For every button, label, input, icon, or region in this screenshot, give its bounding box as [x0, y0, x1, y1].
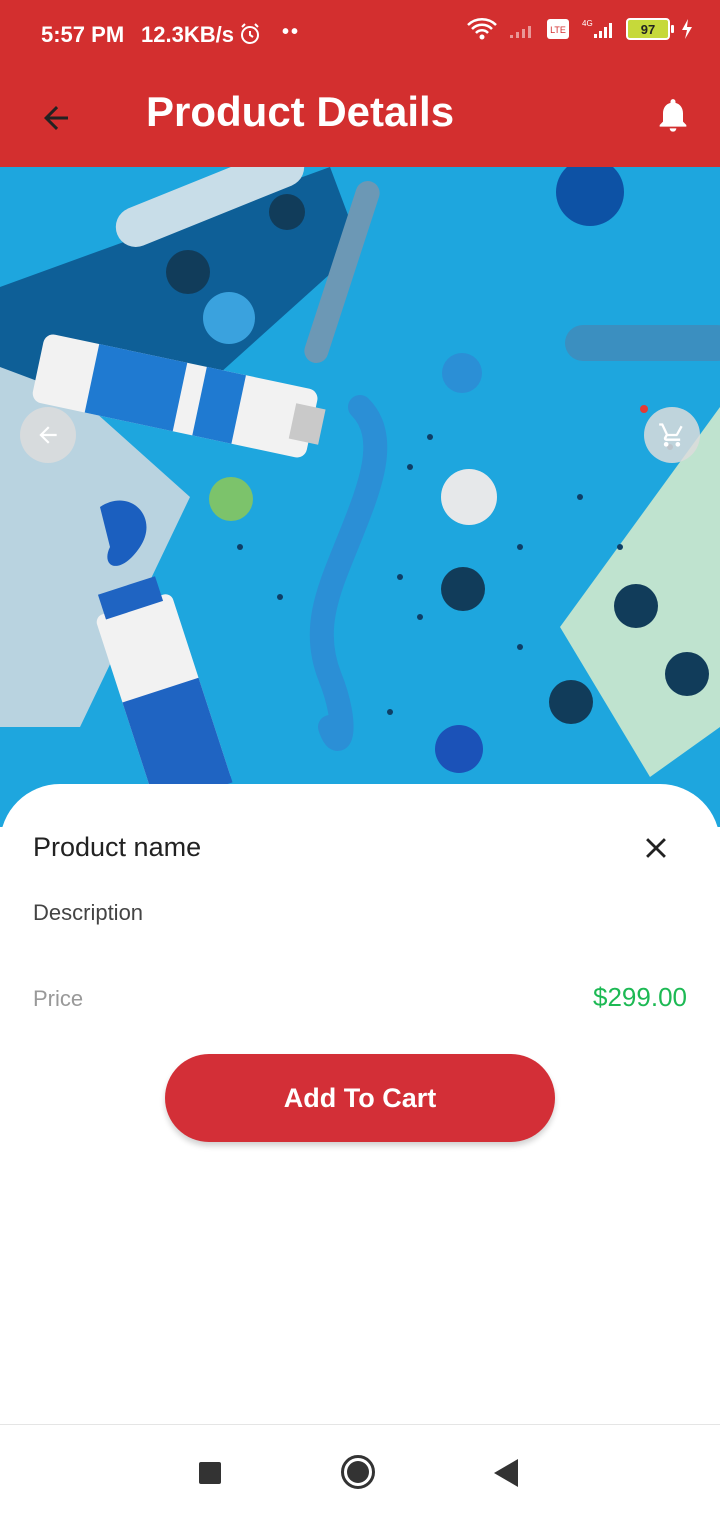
- product-image: [0, 167, 720, 827]
- product-name: Product name: [33, 832, 202, 862]
- product-description: Description: [33, 900, 144, 925]
- arrow-left-icon: [44, 106, 68, 130]
- price-value: $299.00: [593, 982, 687, 1012]
- svg-text:4G: 4G: [582, 19, 593, 28]
- status-time: 5:57 PM: [41, 22, 125, 47]
- recent-apps-button[interactable]: [199, 1462, 221, 1484]
- signal-4g-icon: 4G: [582, 19, 612, 38]
- price-label: Price: [33, 986, 84, 1011]
- add-to-cart-button[interactable]: Add To Cart: [165, 1054, 555, 1142]
- charging-icon: [682, 19, 692, 39]
- volte-icon: LTE: [547, 19, 569, 39]
- product-details-sheet: Product name Description Price $299.00 A…: [0, 784, 720, 1424]
- alarm-icon: [238, 22, 262, 51]
- status-dots: ••: [282, 21, 301, 43]
- home-button[interactable]: [341, 1455, 375, 1489]
- status-icons: LTE 4G 97: [466, 18, 694, 40]
- back-button[interactable]: [30, 92, 82, 144]
- status-bar: 5:57 PM 12.3KB/s •• LTE 4G 97: [0, 0, 720, 68]
- page-title: Product Details: [146, 88, 455, 135]
- craft-supplies-image: [0, 167, 720, 827]
- battery-level: 97: [640, 21, 656, 37]
- battery-icon: 97: [626, 18, 674, 40]
- image-back-button[interactable]: [20, 407, 76, 463]
- cart-badge-dot: [640, 405, 648, 413]
- arrow-left-icon: [39, 426, 57, 444]
- bell-icon: [659, 99, 687, 132]
- signal-off-icon: [510, 26, 531, 38]
- home-inner-icon: [347, 1461, 369, 1483]
- wifi-icon: [467, 18, 497, 40]
- status-speed: 12.3KB/s: [141, 22, 234, 47]
- system-nav-bar: [0, 1424, 720, 1521]
- system-back-button[interactable]: [494, 1459, 518, 1487]
- cart-button[interactable]: [644, 407, 700, 463]
- notifications-button[interactable]: [646, 88, 700, 142]
- app-bar: Product Details: [0, 68, 720, 167]
- cart-icon: [659, 423, 683, 447]
- close-button[interactable]: [634, 826, 678, 870]
- svg-text:LTE: LTE: [550, 25, 566, 35]
- close-icon: [646, 838, 666, 858]
